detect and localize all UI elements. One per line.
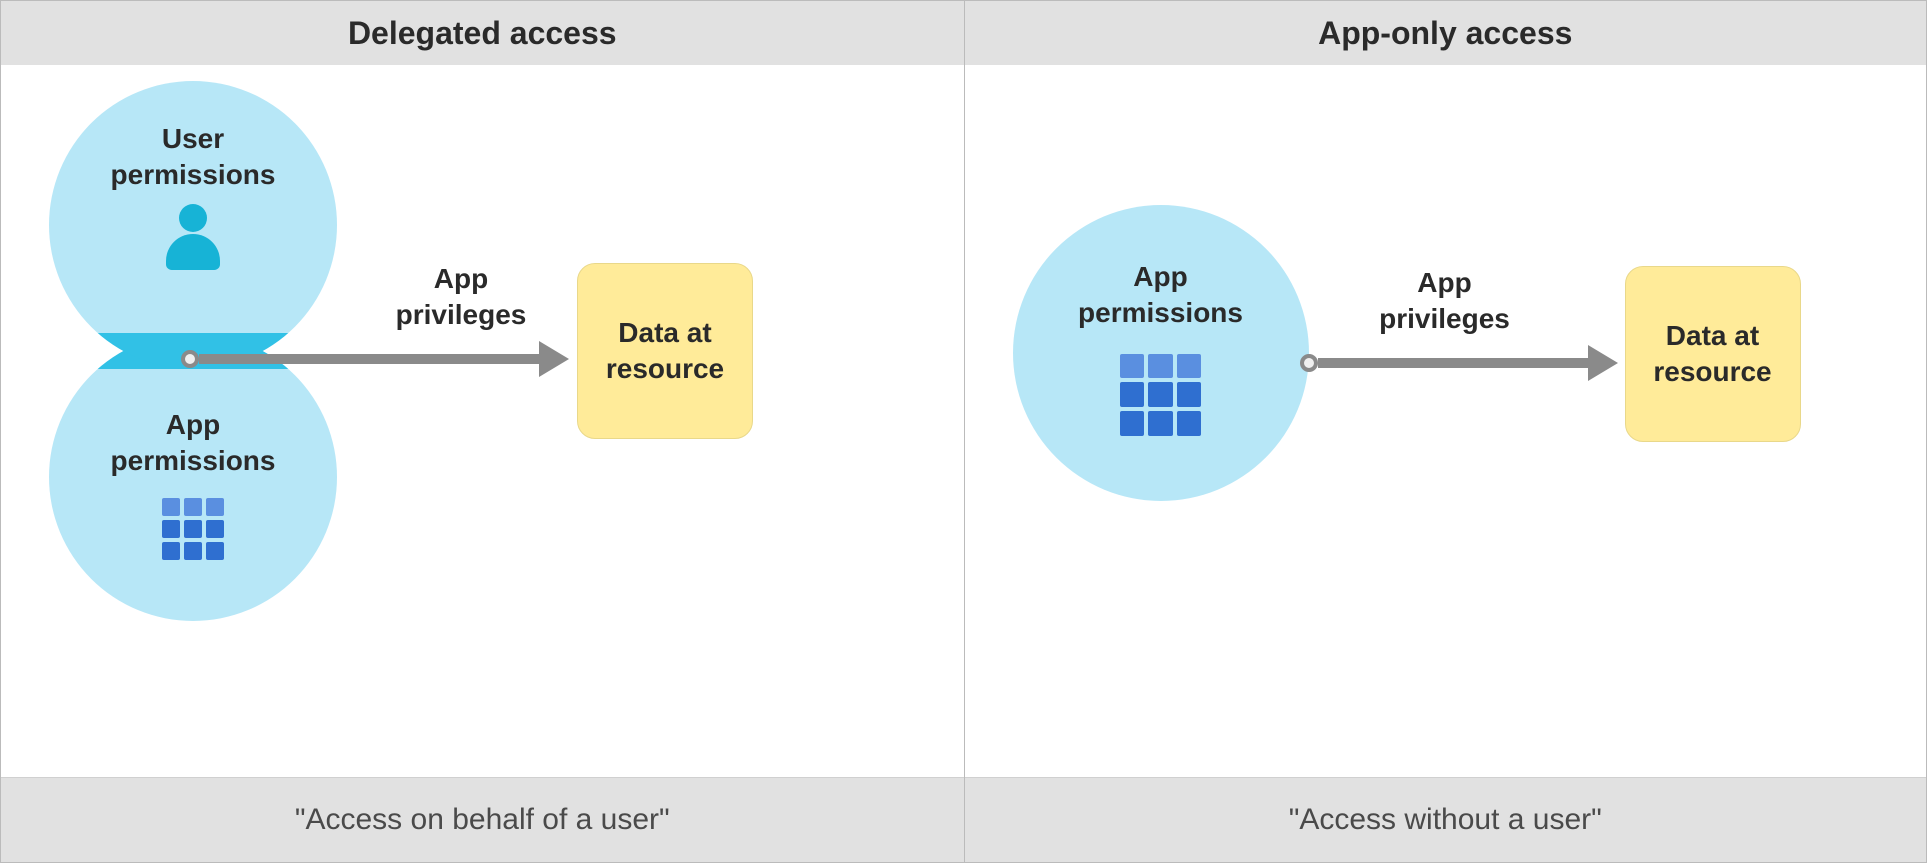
- user-icon: [164, 204, 222, 272]
- arrow-head-icon: [539, 341, 569, 377]
- panel-footer-text: "Access without a user": [1289, 803, 1602, 837]
- privileges-arrow: [1300, 345, 1618, 381]
- app-permissions-label: App permissions: [111, 407, 276, 480]
- arrow-head-icon: [1588, 345, 1618, 381]
- arrow-shaft: [199, 354, 539, 364]
- privileges-arrow-label: App privileges: [1365, 265, 1525, 338]
- panel-footer: "Access on behalf of a user": [1, 777, 964, 862]
- user-permissions-circle: User permissions: [49, 81, 337, 369]
- panel-footer-text: "Access on behalf of a user": [295, 803, 670, 837]
- arrow-shaft: [1318, 358, 1588, 368]
- app-permissions-label: App permissions: [1078, 259, 1243, 332]
- privileges-arrow: [181, 341, 569, 377]
- panel-title: App-only access: [965, 1, 1927, 65]
- arrow-origin-dot: [181, 350, 199, 368]
- privileges-arrow-label: App privileges: [381, 261, 541, 334]
- panel-app-only-access: App-only access App permissions App: [964, 1, 1927, 862]
- panel-body: User permissions App permissions: [1, 65, 964, 777]
- panel-body: App permissions App privileges D: [965, 65, 1927, 777]
- user-permissions-label: User permissions: [111, 121, 276, 194]
- diagram-frame: Delegated access User permissions App pe…: [0, 0, 1927, 863]
- panel-footer: "Access without a user": [965, 777, 1927, 862]
- arrow-origin-dot: [1300, 354, 1318, 372]
- panel-title: Delegated access: [1, 1, 964, 65]
- data-resource-box: Data at resource: [577, 263, 753, 439]
- grid-icon: [162, 498, 224, 560]
- panel-title-text: App-only access: [1318, 15, 1572, 52]
- data-resource-box: Data at resource: [1625, 266, 1801, 442]
- grid-icon: [1120, 354, 1202, 436]
- panel-delegated-access: Delegated access User permissions App pe…: [1, 1, 964, 862]
- panel-title-text: Delegated access: [348, 15, 617, 52]
- app-permissions-circle: App permissions: [1013, 205, 1309, 501]
